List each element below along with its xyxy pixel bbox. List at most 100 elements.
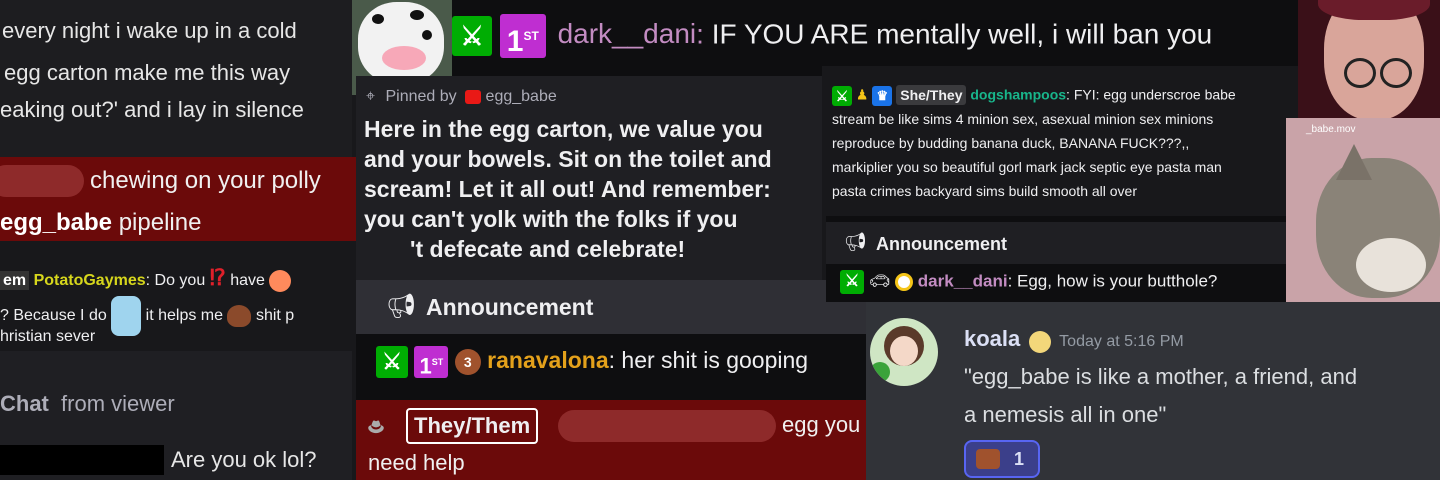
chat-message: : Egg, how is your butthole? — [1007, 271, 1218, 291]
broadcaster-icon — [465, 89, 482, 104]
subscriber-badge: 1ST — [414, 346, 449, 378]
chat-panel-they: 🎩︎ They/Them egg you need help — [356, 400, 878, 480]
moderator-sword-icon: ⚔ — [832, 86, 852, 106]
megaphone-icon: 📢︎ — [844, 232, 867, 252]
peach-icon — [269, 269, 292, 292]
chat-line: pasta crimes backyard sims build smooth … — [832, 183, 1138, 199]
chat-message: Are you ok lol? — [171, 447, 317, 472]
egg-icon — [895, 273, 914, 291]
announcement-title: Announcement — [426, 294, 594, 320]
chat-panel-dog: ⚔ ♟︎ ♛ She/They dogshampoos: FYI: egg un… — [822, 66, 1312, 216]
chat-line: ⚔ ♟︎ ♛ She/They dogshampoos: FYI: egg un… — [832, 84, 1236, 106]
username[interactable]: dark__dani — [558, 18, 697, 49]
chat-line: egg carton make me this way — [4, 60, 291, 85]
avatar[interactable] — [870, 318, 938, 386]
poop-icon — [227, 305, 252, 327]
gift-badge: 3 — [454, 349, 481, 375]
pronoun-fragment: em — [0, 271, 30, 290]
cat-photo: _babe.mov — [1286, 118, 1440, 312]
pronoun-badge: They/Them — [406, 408, 539, 444]
plush-beak — [382, 46, 426, 70]
announcement-header: 📢︎ Announcement — [826, 222, 1286, 264]
username[interactable]: dark__dani — [918, 271, 1008, 290]
glasses-icon — [1380, 58, 1412, 88]
chat-panel-cold: every night i wake up in a cold egg cart… — [0, 0, 352, 157]
chat-line: every night i wake up in a cold — [2, 18, 297, 43]
redacted-username — [0, 445, 164, 475]
pinned-line: you can't yolk with the folks if you — [364, 206, 738, 232]
plush-spot — [410, 10, 424, 20]
announcement-header: 📢︎ Announcement — [356, 280, 866, 334]
chat-panel-potato: em PotatoGaymes: Do you ⁉ have ? Because… — [0, 241, 352, 351]
moderator-sword-icon: ⚔ — [452, 16, 492, 56]
blob-emote-icon — [111, 296, 142, 336]
chat-line-egg-babe: egg_babe pipeline — [0, 209, 201, 237]
discord-message: koala Today at 5:16 PM "egg_babe is like… — [866, 302, 1440, 480]
glasses-icon — [1344, 58, 1376, 88]
pinned-label: Pinned by — [385, 88, 457, 105]
username[interactable]: dogshampoos — [970, 87, 1066, 103]
pinned-by-user[interactable]: egg_babe — [486, 88, 557, 105]
chat-panel-viewer: Chat from viewer Are you ok lol? — [0, 351, 352, 480]
chat-line: ⚔ 1ST dark__dani: IF YOU ARE mentally we… — [452, 14, 1212, 58]
car-icon: 🚗︎ — [868, 271, 891, 291]
pinned-line: 't defecate and celebrate! — [410, 236, 686, 262]
chat-line: ⚔ 1ST 3 ranavalona: her shit is gooping — [376, 346, 808, 378]
chat-header: Chat from viewer — [0, 391, 175, 417]
chat-message: egg you — [782, 412, 861, 437]
display-name[interactable]: koala — [964, 326, 1020, 351]
chat-line: em PotatoGaymes: Do you ⁉ have — [0, 265, 292, 292]
subscriber-badge: 1ST — [499, 14, 546, 58]
interrobang-icon: ⁉ — [209, 265, 226, 290]
megaphone-icon: 📢︎ — [386, 293, 417, 320]
chat-text: : Do you — [145, 272, 206, 289]
chat-line: hristian sever — [0, 328, 96, 345]
reaction-emoji-icon — [976, 449, 1000, 469]
chat-message: pipeline — [118, 209, 202, 236]
chat-text: ? Because I do — [0, 307, 107, 325]
avatar-face — [890, 336, 918, 366]
reaction-count: 1 — [1014, 449, 1025, 469]
pinned-message-panel: ⌖ Pinned by egg_babe Here in the egg car… — [356, 76, 822, 280]
moderator-sword-icon: ⚔ — [376, 346, 408, 378]
chat-line: reproduce by budding banana duck, BANANA… — [832, 135, 1190, 151]
announcement-title: Announcement — [876, 234, 1008, 254]
reaction-button[interactable]: 1 — [964, 440, 1040, 478]
chat-line: eaking out?' and i lay in silence — [0, 97, 304, 122]
pinned-header: ⌖ Pinned by egg_babe — [366, 88, 557, 106]
chat-text: have — [230, 272, 265, 289]
timestamp: Today at 5:16 PM — [1059, 333, 1184, 350]
chat-text: shit p — [255, 307, 295, 325]
username[interactable]: PotatoGaymes — [34, 272, 146, 289]
from-viewer-label: from viewer — [61, 391, 175, 416]
webcam-photo — [1298, 0, 1440, 118]
chat-line: stream be like sims 4 minion sex, asexua… — [832, 111, 1214, 127]
crown-badge: ♛ — [872, 86, 893, 106]
chat-panel-polly: chewing on your polly egg_babe pipeline — [0, 157, 366, 241]
chat-line: ⚔ 🚗︎ dark__dani: Egg, how is your buttho… — [840, 270, 1217, 294]
moderator-sword-icon: ⚔ — [840, 270, 864, 294]
chat-banner-dani: ⚔ 1ST dark__dani: IF YOU ARE mentally we… — [452, 0, 1298, 76]
chat-message: need help — [368, 450, 465, 475]
announcement-panel-2: 📢︎ Announcement ⚔ 🚗︎ dark__dani: Egg, ho… — [826, 216, 1286, 302]
clover-icon — [870, 362, 890, 382]
username[interactable]: ranavalona — [487, 347, 608, 373]
pinned-line: Here in the egg carton, we value you — [364, 116, 763, 142]
redacted-username — [0, 165, 84, 197]
pinned-line: scream! Let it all out! And remember: — [364, 176, 771, 202]
message-line: "egg_babe is like a mother, a friend, an… — [964, 364, 1358, 389]
cat-muzzle — [1356, 238, 1426, 292]
pin-icon: ⌖ — [366, 88, 376, 105]
cat-ear — [1336, 144, 1372, 180]
plush-spot — [422, 30, 432, 40]
username[interactable]: egg_babe — [0, 209, 112, 236]
plush-spot — [372, 14, 384, 24]
hat-icon: 🎩︎ — [368, 412, 385, 442]
message-header: koala Today at 5:16 PM — [964, 326, 1184, 353]
chat-message: IF YOU ARE mentally well, i will ban you — [711, 18, 1213, 50]
redacted-username — [558, 410, 776, 442]
chat-text: it helps me — [145, 307, 224, 325]
plush-body — [358, 2, 444, 84]
bits-icon: ♟︎ — [855, 86, 869, 103]
angel-icon — [1028, 330, 1051, 353]
